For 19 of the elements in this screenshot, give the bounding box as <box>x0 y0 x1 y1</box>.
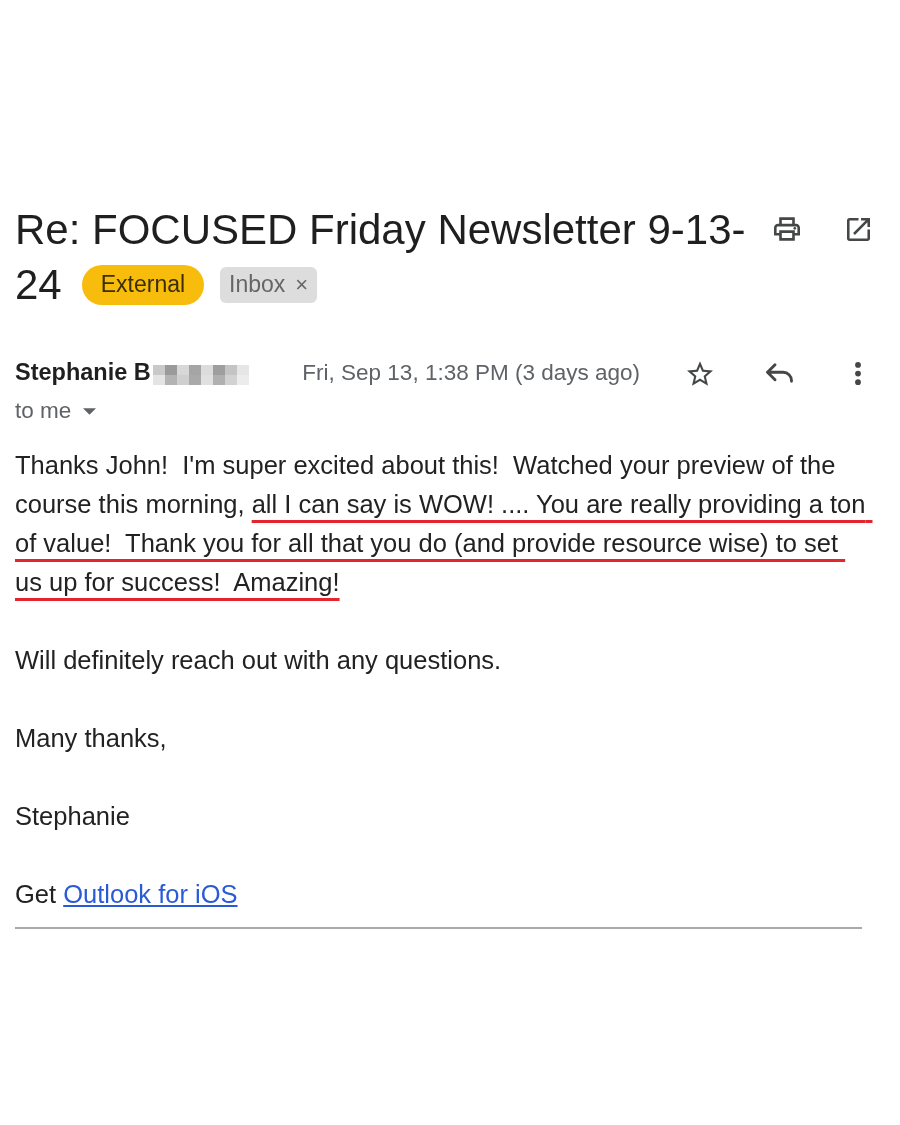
outlook-link[interactable]: Outlook for iOS <box>63 880 238 909</box>
message-paragraph: Stephanie <box>15 801 131 833</box>
email-subject: Re: FOCUSED Friday Newsletter 9-13- <box>15 206 746 253</box>
recipients-dropdown[interactable]: to me <box>15 397 97 425</box>
message-paragraph: Thanks John! I'm super excited about this! Watched your preview of the course this morning, all I can say is WOW! .... You are really providing a ton of value! Thank you for all that you do (and provide resource wise) to set us up for success! Amazing! <box>15 450 867 599</box>
remove-label-button[interactable]: × <box>295 273 309 296</box>
sender-name: Stephanie B <box>15 358 151 388</box>
more-vertical-icon <box>855 361 861 385</box>
open-in-new-window-icon <box>846 217 870 241</box>
label-name: Inbox <box>229 273 286 296</box>
message-date: Fri, Sep 13, 1:38 PM (3 days ago) <box>302 359 640 388</box>
label-chip: External <box>81 264 205 305</box>
reply-icon <box>765 363 793 383</box>
message-paragraph: Will definitely reach out with any questions. <box>15 645 503 677</box>
message-paragraph: Many thanks, <box>15 723 168 755</box>
print-icon <box>774 217 800 241</box>
email-subject: 24 <box>15 260 62 310</box>
caret-icon <box>83 407 97 415</box>
signature-line: Get Outlook for iOS <box>15 879 239 911</box>
